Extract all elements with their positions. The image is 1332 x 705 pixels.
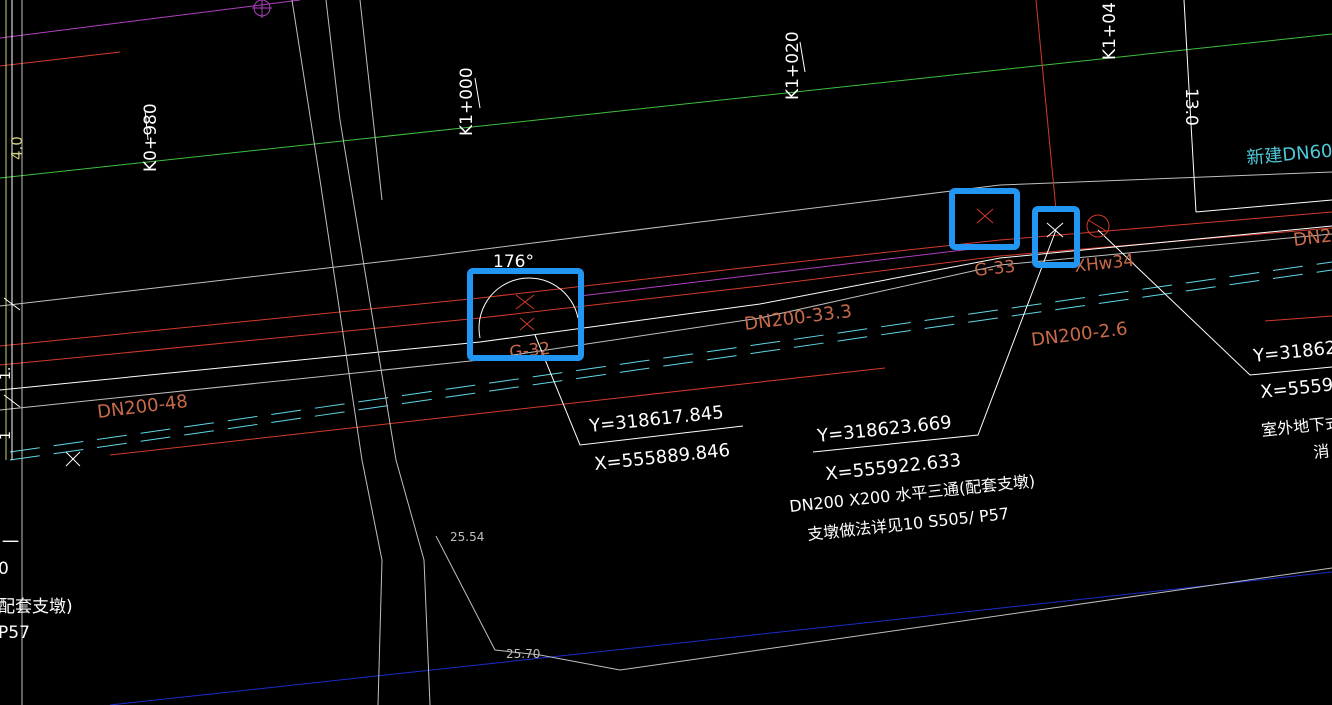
elevation-25-54: 25.54 — [450, 530, 484, 544]
left-note-1: 配套支墩) — [0, 597, 73, 617]
pipe-dn200-2-6: DN200-2.6 — [1030, 318, 1129, 351]
red-right-line — [1264, 315, 1332, 322]
vertical-road-line-1 — [291, 0, 383, 705]
dimension-4: 4.0 — [8, 136, 26, 160]
vertical-road-line-2 — [325, 0, 431, 705]
node-xhw34: XHw34 — [1073, 251, 1135, 277]
callout2-x: X=555922.633 — [824, 450, 962, 485]
station-k0-980: K0+980 — [141, 103, 161, 172]
alignment-lines — [0, 0, 1332, 705]
magenta-pipe — [579, 247, 981, 297]
left-note-3: 0 — [0, 559, 9, 579]
cad-drawing-canvas[interactable]: K0+980 K1+000 K1+020 K1+04 13.0 4.0 1. 1… — [0, 0, 1332, 705]
station-k1-020: K1+020 — [783, 31, 803, 100]
callout3-y: Y=31862 — [1251, 337, 1332, 367]
red-upper-line — [0, 51, 121, 67]
elevation-25-70: 25.70 — [506, 647, 540, 661]
pipe-new-dn600: 新建DN600 — [1246, 140, 1332, 169]
pipe-dn200-48: DN200-48 — [96, 391, 189, 423]
vertical-road-line-3 — [359, 0, 383, 201]
callout1-x: X=555889.846 — [593, 440, 731, 475]
callout3-note2: 消 — [1312, 441, 1330, 462]
red-lower-line — [109, 367, 886, 456]
callout1-y: Y=318617.845 — [587, 402, 724, 437]
station-k1-040: K1+04 — [1100, 2, 1120, 60]
dimension-13: 13.0 — [1181, 88, 1201, 126]
dim-13-ext — [1195, 199, 1332, 213]
callout3-x: X=5559 — [1259, 374, 1332, 403]
pipe-dn2-right: DN2 — [1292, 225, 1332, 251]
left-note-2: P57 — [0, 623, 30, 643]
node-g33: G-33 — [973, 257, 1016, 281]
highlight-box-g33[interactable] — [949, 188, 1020, 250]
elevation-leader — [435, 535, 1332, 671]
magenta-guide-line — [0, 0, 301, 39]
road-edge-middle — [0, 211, 1332, 347]
callout3-note1: 室外地下式 — [1260, 413, 1332, 440]
dimension-left-1: 1. — [0, 367, 14, 380]
callout2-y: Y=318623.669 — [815, 412, 952, 447]
pipe-dn200-33-3: DN200-33.3 — [743, 301, 853, 335]
blue-boundary-line — [109, 571, 1332, 705]
left-note-4: 一 — [2, 533, 19, 553]
dimension-left-2: 1 — [0, 431, 14, 440]
cyan-dashed-line-1 — [9, 269, 1332, 461]
station-k1-000: K1+000 — [457, 67, 477, 136]
road-edge-lower — [0, 227, 1332, 366]
green-guide-line — [0, 33, 1332, 179]
k1-040-line — [1035, 0, 1057, 211]
